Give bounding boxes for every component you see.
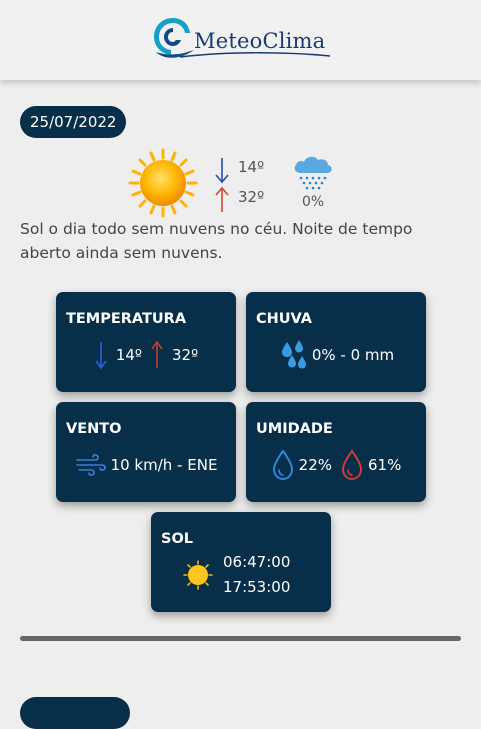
wind-value: 10 km/h - ENE: [110, 456, 218, 474]
card-title: CHUVA: [256, 311, 313, 327]
sunrise-time: 06:47:00: [223, 553, 291, 571]
sun-card: SOL 06:47:00 17:53:00: [151, 512, 331, 612]
wind-card: VENTO 10 km/h - ENE: [56, 402, 236, 502]
arrow-down-icon: [215, 158, 229, 184]
card-title: TEMPERATURA: [66, 311, 187, 327]
rain-cloud-icon: [294, 156, 332, 190]
humidity-min: 22%: [298, 456, 332, 474]
humidity-max: 61%: [368, 456, 402, 474]
drop-max-icon: [341, 449, 363, 481]
card-temp-min: 14º: [115, 346, 142, 364]
section-divider: [20, 636, 461, 641]
sun-icon: [183, 560, 213, 590]
arrow-down-icon: [95, 342, 107, 370]
forecast-description: Sol o dia todo sem nuvens no céu. Noite …: [20, 220, 413, 262]
card-title: UMIDADE: [256, 421, 333, 437]
arrow-up-icon: [215, 186, 229, 212]
card-title: VENTO: [66, 421, 122, 437]
forecast-date: 25/07/2022: [20, 106, 127, 138]
brand-logo[interactable]: MeteoClima: [150, 14, 340, 62]
sunset-time: 17:53:00: [223, 578, 291, 596]
card-temp-max: 32º: [172, 346, 199, 364]
temp-max: 32º: [238, 188, 265, 206]
sun-icon: [128, 148, 198, 218]
logo-underline: [179, 52, 331, 58]
raindrops-icon: [281, 340, 306, 369]
rain-value: 0% - 0 mm: [311, 346, 395, 364]
humidity-card: UMIDADE 22% 61%: [246, 402, 426, 502]
arrow-up-icon: [151, 340, 163, 368]
card-title: SOL: [161, 531, 194, 547]
temperature-card: TEMPERATURA 14º 32º: [56, 292, 236, 392]
rain-chance: 0%: [302, 194, 325, 210]
app-header: MeteoClima: [0, 0, 481, 80]
wind-icon: [75, 453, 106, 477]
rain-card: CHUVA 0% - 0 mm: [246, 292, 426, 392]
temp-min: 14º: [238, 158, 265, 176]
drop-min-icon: [272, 449, 293, 481]
